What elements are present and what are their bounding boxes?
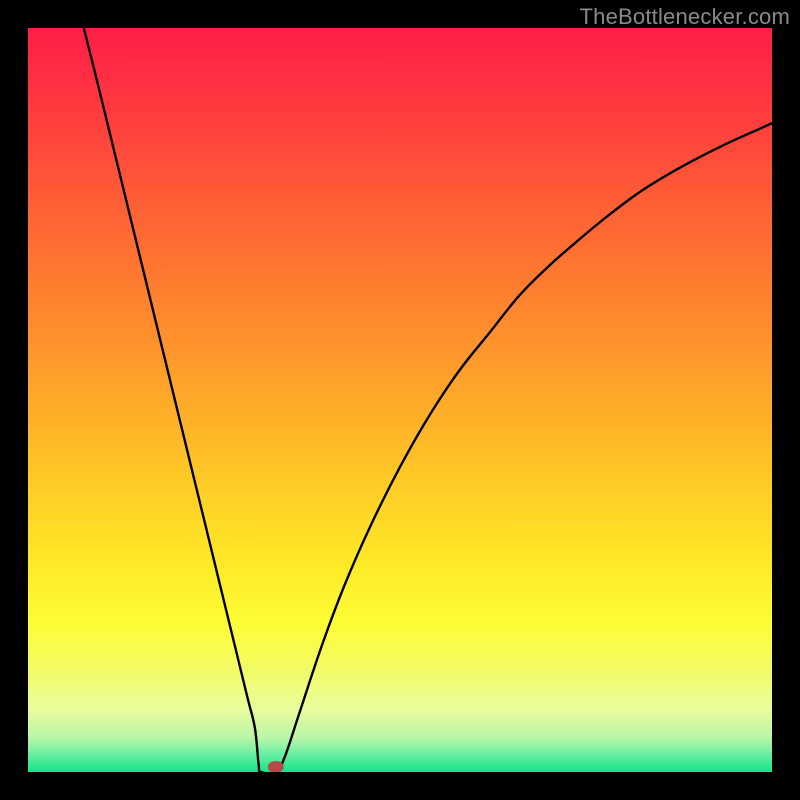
gradient-background (28, 28, 772, 772)
bottleneck-chart (28, 28, 772, 772)
chart-frame: TheBottlenecker.com (0, 0, 800, 800)
watermark-text: TheBottlenecker.com (580, 4, 790, 30)
plot-area (28, 28, 772, 772)
